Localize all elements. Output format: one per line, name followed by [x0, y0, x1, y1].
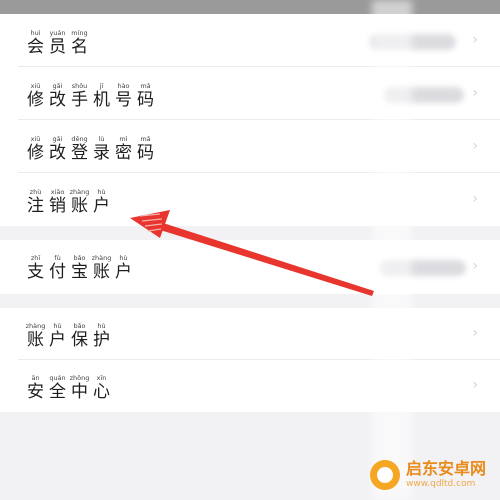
red-arrow-annotation — [130, 210, 374, 296]
watermark: 启东安卓网 www.qdltd.com — [369, 459, 486, 490]
watermark-url: www.qdltd.com — [405, 479, 476, 489]
arrow-shaft — [157, 222, 374, 296]
red-arrow-icon — [130, 210, 374, 296]
arrow-head — [130, 210, 170, 238]
watermark-title: 启东安卓网 — [405, 459, 486, 478]
watermark-logo-icon — [369, 460, 400, 490]
